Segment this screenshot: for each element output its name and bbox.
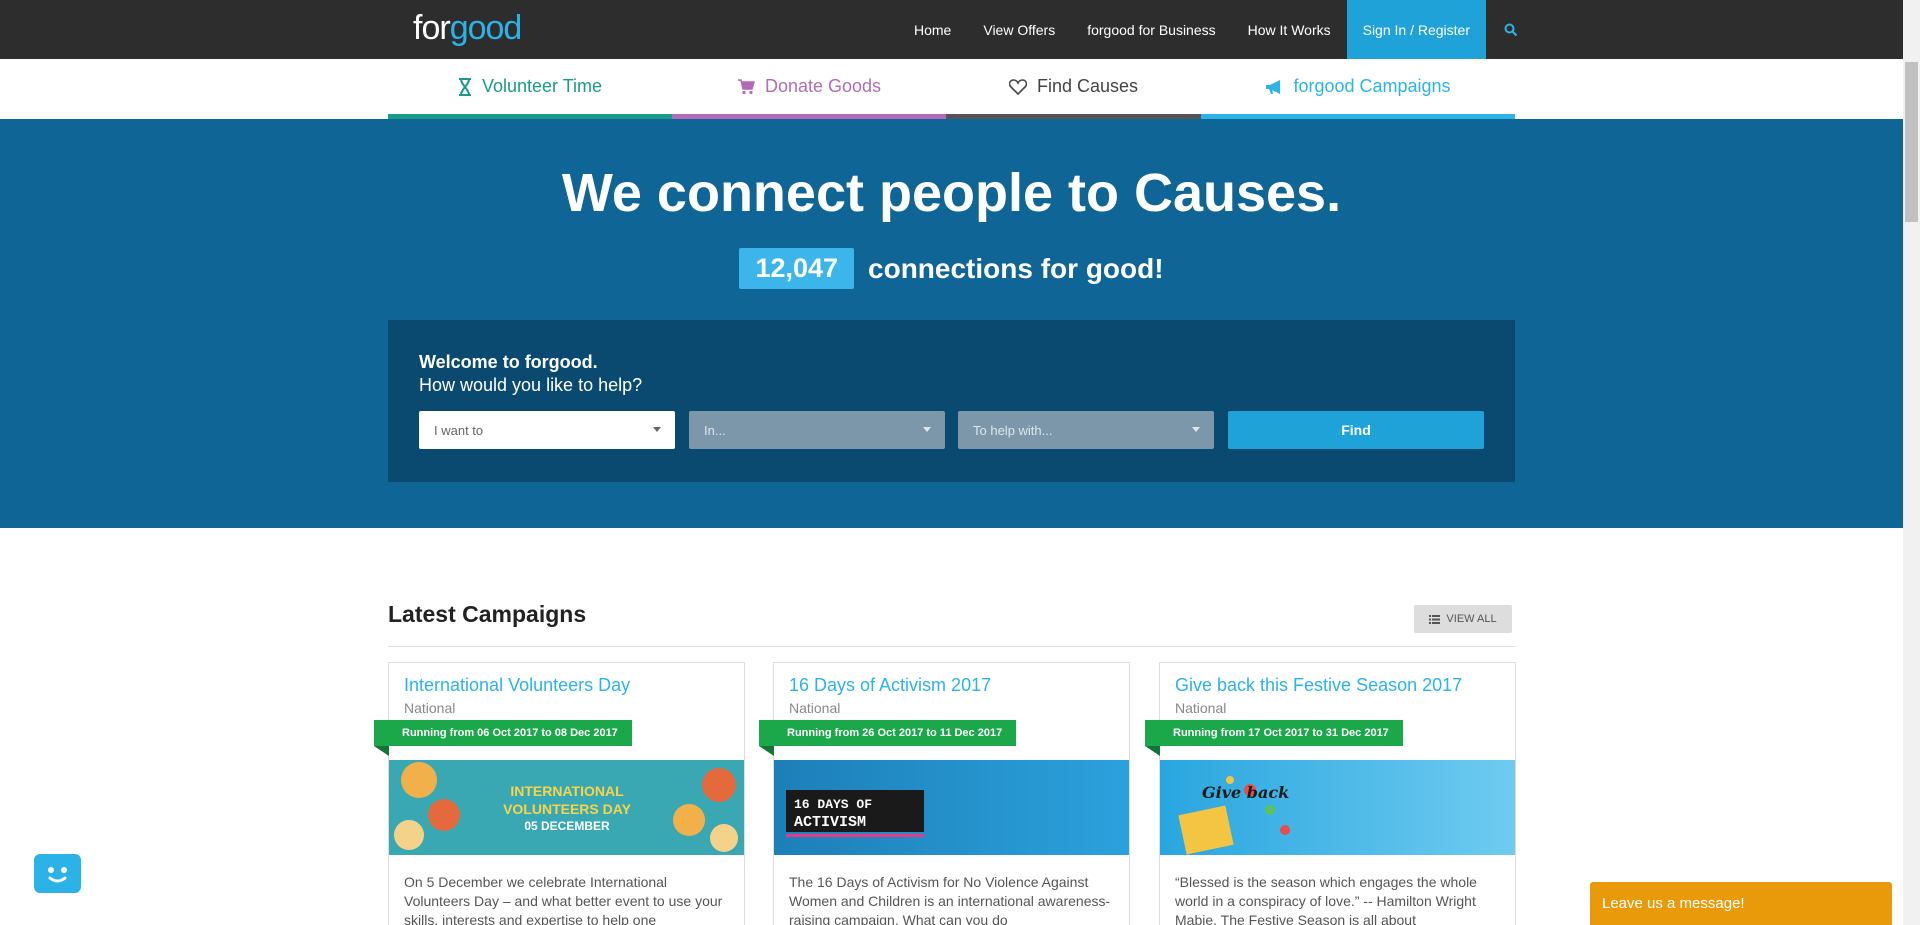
image-caption-line1: INTERNATIONAL [510,783,624,799]
search-panel: Welcome to forgood. How would you like t… [388,320,1515,482]
image-caption-line3: 05 DECEMBER [524,819,610,833]
nav-business-link[interactable]: forgood for Business [1071,0,1231,59]
select-value: In... [704,422,726,438]
nav-home-link[interactable]: Home [898,0,967,59]
caret-down-icon [1192,427,1200,432]
give-back-illustration: Give back [1178,776,1290,855]
nav-view-offers-link[interactable]: View Offers [967,0,1071,59]
hero-title: We connect people to Causes. [561,163,1342,223]
activism-illustration: 16 DAYS OF ACTIVISM [786,790,924,837]
latest-campaigns-heading: Latest Campaigns [388,601,587,627]
search-icon [1504,23,1518,36]
caret-down-icon [923,427,931,432]
connections-counter-row: 12,047 connections for good! [0,248,1903,289]
tab-find-causes[interactable]: Find Causes [946,59,1201,119]
tab-label: Volunteer Time [481,76,603,96]
select-value: To help with... [973,422,1053,438]
campaign-description: On 5 December we celebrate International… [404,874,723,925]
cause-select[interactable]: To help with... [958,411,1214,449]
scrollbar-thumb[interactable] [1905,62,1918,222]
campaign-description: “Blessed is the season which engages the… [1175,874,1477,925]
campaign-title-link[interactable]: International Volunteers Day [404,675,630,696]
cart-icon [737,78,755,94]
location-select[interactable]: In... [689,411,945,449]
forgood-logo[interactable]: for good [413,6,523,48]
heart-icon [1008,78,1027,95]
select-value: I want to [434,422,484,438]
tab-label: forgood Campaigns [1293,76,1451,96]
hourglass-icon [458,77,471,96]
campaign-image[interactable]: 16 DAYS OF ACTIVISM [774,760,1129,855]
search-button[interactable] [1486,0,1536,59]
connections-text: connections for good! [868,252,1164,284]
campaign-card[interactable]: International Volunteers Day National Ru… [374,662,745,925]
running-dates-ribbon: Running from 26 Oct 2017 to 11 Dec 2017 [759,720,1017,746]
logo-part-good: good [449,9,523,47]
campaign-region: National [1175,700,1227,716]
view-all-button[interactable]: VIEW ALL [1414,605,1512,633]
ribbon-fold [374,746,389,756]
view-all-label: VIEW ALL [1446,613,1497,625]
tab-donate-goods[interactable]: Donate Goods [672,59,946,119]
category-tabs: Volunteer Time Donate Goods Find Causes … [388,59,1515,119]
leave-message-chat-tab[interactable]: Leave us a message! [1590,882,1892,925]
volunteers-day-illustration: INTERNATIONAL VOLUNTEERS DAY 05 DECEMBER [394,762,738,852]
tab-label: Donate Goods [764,76,882,96]
connections-count-badge: 12,047 [739,248,855,289]
image-caption-line1: Give back [1202,783,1289,802]
image-caption-line1: 16 DAYS OF [794,797,872,812]
smiley-chat-icon [48,867,67,883]
tab-label: Find Causes [1036,76,1139,96]
tab-forgood-campaigns[interactable]: forgood Campaigns [1201,59,1515,119]
nav-signin-button[interactable]: Sign In / Register [1346,0,1486,59]
top-navbar: for good Home View Offers forgood for Bus… [0,0,1903,59]
campaign-description: The 16 Days of Activism for No Violence … [789,874,1111,925]
divider [388,646,1515,647]
logo-part-for: for [413,9,451,47]
nav-links: Home View Offers forgood for Business Ho… [898,0,1536,59]
campaign-title-link[interactable]: Give back this Festive Season 2017 [1175,675,1462,696]
image-caption-line2: VOLUNTEERS DAY [503,801,632,817]
campaign-card[interactable]: Give back this Festive Season 2017 Natio… [1145,662,1516,925]
i-want-to-select[interactable]: I want to [419,411,675,449]
ribbon-fold [1145,746,1160,756]
nav-how-it-works-link[interactable]: How It Works [1232,0,1347,59]
campaign-title-link[interactable]: 16 Days of Activism 2017 [789,675,991,696]
list-icon [1429,614,1441,624]
campaign-image[interactable]: INTERNATIONAL VOLUNTEERS DAY 05 DECEMBER [389,760,744,855]
ribbon-fold [759,746,774,756]
welcome-heading: Welcome to forgood. [419,352,598,372]
megaphone-icon [1266,79,1281,94]
caret-down-icon [653,427,661,432]
campaign-image[interactable]: Give back [1160,760,1515,855]
tab-volunteer-time[interactable]: Volunteer Time [388,59,672,119]
campaign-region: National [789,700,841,716]
chatbot-button[interactable] [34,854,81,893]
running-dates-ribbon: Running from 06 Oct 2017 to 08 Dec 2017 [374,720,632,746]
running-dates-ribbon: Running from 17 Oct 2017 to 31 Dec 2017 [1145,720,1403,746]
campaign-card[interactable]: 16 Days of Activism 2017 National Runnin… [759,662,1130,925]
image-caption-line2: ACTIVISM [794,814,866,831]
find-button[interactable]: Find [1228,411,1484,449]
campaign-region: National [404,700,456,716]
help-prompt: How would you like to help? [419,375,643,395]
